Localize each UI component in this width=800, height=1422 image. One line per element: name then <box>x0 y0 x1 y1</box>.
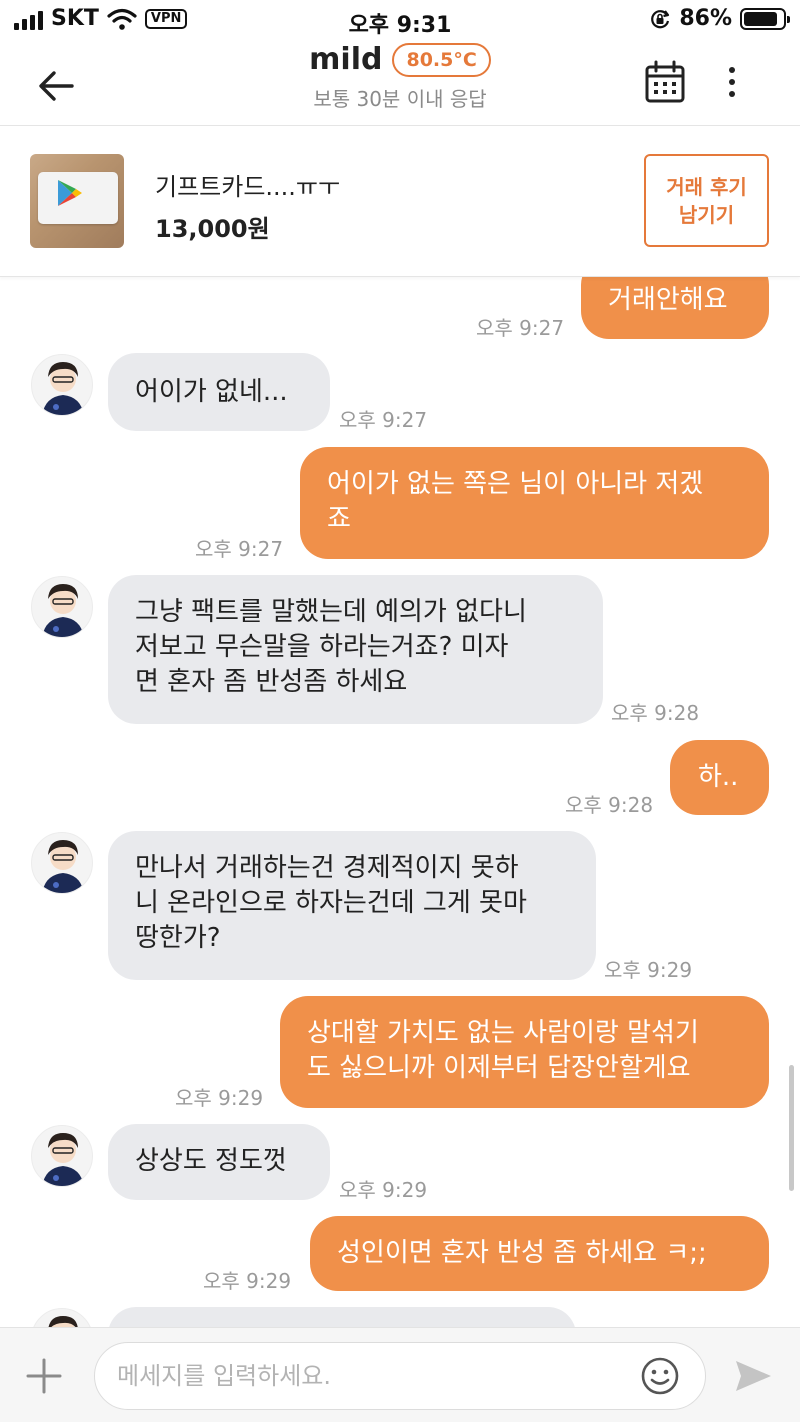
message-text: 성인이면 혼자 반성 좀 하세요 ㅋ;; <box>337 1238 707 1268</box>
peer-avatar[interactable] <box>31 576 93 638</box>
more-options-icon[interactable] <box>716 64 748 100</box>
calendar-icon[interactable] <box>644 60 686 104</box>
message-input[interactable] <box>94 1342 706 1410</box>
avatar-image <box>42 584 84 637</box>
message-time: 오후 9:29 <box>175 1086 264 1110</box>
message-input-bar <box>0 1327 800 1422</box>
message-time: 오후 9:29 <box>604 958 693 982</box>
manner-temperature-badge: 80.5°C <box>392 42 491 77</box>
battery-icon <box>740 7 790 30</box>
message-time: 오후 9:28 <box>611 701 700 725</box>
product-thumbnail[interactable] <box>30 154 124 248</box>
message-text: 만나서 거래하는건 경제적이지 못하 니 온라인으로 하자는건데 그게 못마 땅… <box>135 853 527 953</box>
message-text: 하.. <box>698 762 739 792</box>
peer-avatar[interactable] <box>31 1308 93 1327</box>
message-text: 그냥 팩트를 말했는데 예의가 없다니 저보고 무슨말을 하라는거죠? 미자 면… <box>135 597 527 697</box>
message-text: 어이가 없네... <box>135 377 288 407</box>
product-price: 13,000원 <box>155 215 270 243</box>
incoming-message[interactable]: 상상도 정도껏 <box>108 1124 330 1200</box>
avatar-image <box>42 1133 84 1186</box>
outgoing-message[interactable]: 하.. <box>670 740 769 815</box>
avatar-image <box>42 362 84 415</box>
send-icon[interactable] <box>733 1356 773 1396</box>
play-store-icon <box>58 180 82 206</box>
message-time: 오후 9:27 <box>476 316 565 340</box>
plus-icon[interactable] <box>24 1356 64 1396</box>
product-title: 기프트카드....ㅠㅜ <box>155 173 341 201</box>
rotation-lock-icon <box>651 9 670 28</box>
avatar-image <box>48 1316 78 1327</box>
peer-avatar[interactable] <box>31 354 93 416</box>
message-time: 오후 9:29 <box>339 1178 428 1202</box>
message-text: 거래안해요 <box>608 285 728 315</box>
scrollbar[interactable] <box>789 1065 794 1191</box>
outgoing-message[interactable]: 상대할 가치도 없는 사람이랑 말섞기 도 싫으니까 이제부터 답장안할게요 <box>280 996 769 1108</box>
message-time: 오후 9:27 <box>339 408 428 432</box>
leave-review-button[interactable]: 거래 후기 남기기 <box>644 154 769 247</box>
incoming-message[interactable]: 만나서 거래하는건 경제적이지 못하 니 온라인으로 하자는건데 그게 못마 땅… <box>108 831 596 980</box>
avatar-image <box>42 840 84 893</box>
message-time: 오후 9:27 <box>195 537 284 561</box>
message-time: 오후 9:28 <box>565 793 654 817</box>
incoming-message[interactable]: 그냥 팩트를 말했는데 예의가 없다니 저보고 무슨말을 하라는거죠? 미자 면… <box>108 575 603 724</box>
incoming-message-partial[interactable] <box>108 1307 576 1327</box>
battery-percent: 86% <box>679 6 732 31</box>
peer-avatar[interactable] <box>31 832 93 894</box>
peer-avatar[interactable] <box>31 1125 93 1187</box>
message-text: 어이가 없는 쪽은 님이 아니라 저겠 죠 <box>327 469 704 534</box>
status-bar: SKT VPN 오후 9:31 86% <box>0 0 800 40</box>
message-time: 오후 9:29 <box>203 1269 292 1293</box>
chat-header: mild 80.5°C 보통 30분 이내 응답 <box>0 40 800 126</box>
product-summary[interactable]: 기프트카드....ㅠㅜ 13,000원 거래 후기 남기기 <box>0 127 800 277</box>
review-button-line1: 거래 후기 <box>666 174 747 199</box>
peer-name: mild <box>309 42 383 77</box>
incoming-message[interactable]: 어이가 없네... <box>108 353 330 431</box>
message-text: 상상도 정도껏 <box>135 1146 287 1176</box>
review-button-line2: 남기기 <box>678 202 735 227</box>
message-list[interactable]: 거래안해요 오후 9:27 어이가 없네... 오후 9:27 어이가 없는 쪽… <box>0 277 800 1327</box>
outgoing-message[interactable]: 어이가 없는 쪽은 님이 아니라 저겠 죠 <box>300 447 769 559</box>
outgoing-message[interactable]: 거래안해요 <box>581 277 769 339</box>
outgoing-message[interactable]: 성인이면 혼자 반성 좀 하세요 ㅋ;; <box>310 1216 769 1291</box>
emoji-icon[interactable] <box>640 1356 680 1396</box>
message-text: 상대할 가치도 없는 사람이랑 말섞기 도 싫으니까 이제부터 답장안할게요 <box>307 1018 699 1083</box>
